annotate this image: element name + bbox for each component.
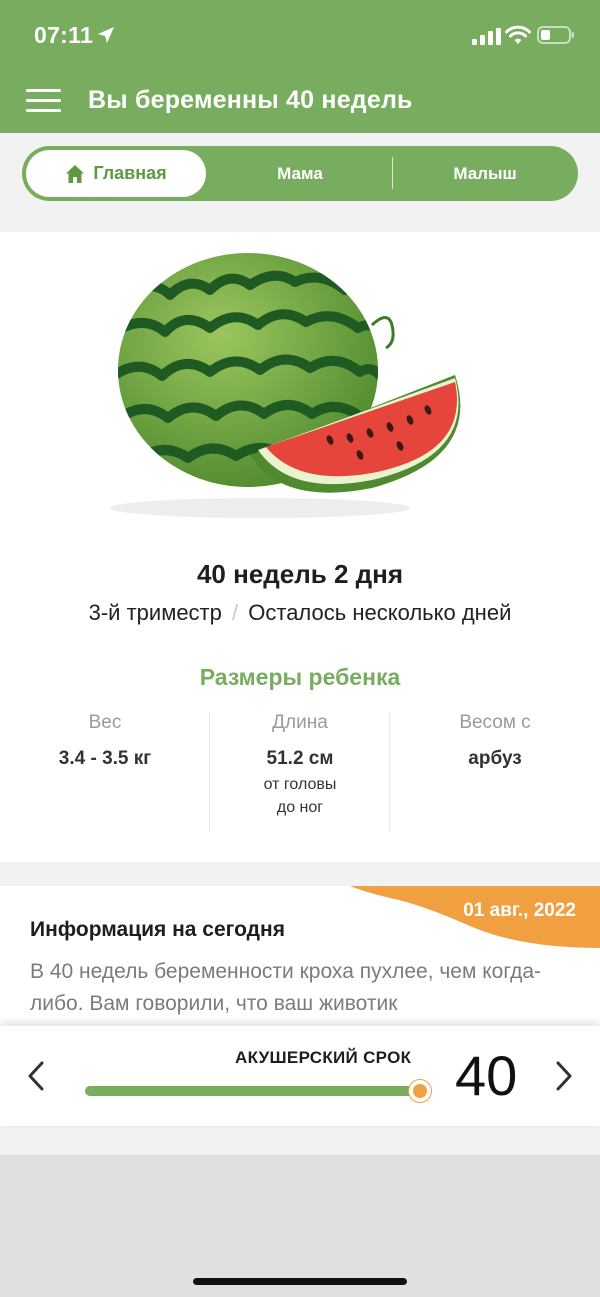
tab-bar-area: Главная Мама Малыш [0, 133, 600, 215]
watermelon-image [110, 253, 461, 518]
daily-info-card[interactable]: 01 авг., 2022 Информация на сегодня В 40… [0, 886, 600, 1046]
page-title: Вы беременны 40 недель [88, 86, 413, 114]
size-compare-label: Весом с [459, 712, 531, 733]
week-number: 40 [455, 1044, 518, 1107]
chevron-left-icon[interactable] [24, 1059, 48, 1093]
length-note-2: до ног [276, 799, 324, 816]
battery-icon [537, 26, 574, 44]
week-overview-card: 40 недель 2 дня 3-й триместр / Осталось … [0, 232, 600, 862]
segmented-tabs: Главная Мама Малыш [22, 146, 578, 201]
trimester-text: 3-й триместр [88, 600, 222, 625]
week-title: 40 недель 2 дня [196, 559, 404, 589]
hamburger-menu-icon[interactable] [26, 87, 62, 115]
tab-baby-label: Малыш [453, 163, 517, 183]
size-compare-value: арбуз [468, 748, 522, 769]
status-time: 07:11 [34, 22, 94, 48]
app-header: 07:11 Вы беременны 40 недель [0, 0, 600, 133]
tab-main[interactable]: Главная [26, 150, 206, 197]
cellular-signal-icon [472, 28, 501, 45]
size-compare-stat: Весом с арбуз [390, 712, 600, 770]
remaining-text: Осталось несколько дней [248, 600, 512, 625]
tab-mama-label: Мама [277, 163, 323, 183]
weight-value: 3.4 - 3.5 кг [58, 748, 152, 769]
separator: / [232, 600, 239, 625]
week-slider-thumb[interactable] [409, 1080, 431, 1102]
info-title: Информация на сегодня [30, 918, 285, 941]
tab-baby[interactable]: Малыш [394, 150, 576, 197]
info-date: 01 авг., 2022 [463, 900, 576, 921]
weight-label: Вес [88, 712, 122, 733]
baby-sizes-title: Размеры ребенка [199, 664, 401, 690]
length-value: 51.2 см [266, 748, 334, 769]
status-bar: 07:11 [0, 0, 600, 70]
length-stat: Длина 51.2 см от головы до ног [210, 712, 390, 819]
week-slider-fill [85, 1086, 420, 1096]
home-icon [66, 164, 85, 183]
length-label: Длина [272, 712, 328, 733]
tab-mama[interactable]: Мама [212, 150, 388, 197]
length-note-1: от головы [263, 776, 337, 793]
tab-divider [392, 157, 393, 189]
weight-stat: Вес 3.4 - 3.5 кг [0, 712, 210, 770]
week-slider-panel: АКУШЕРСКИЙ СРОК 40 [0, 1026, 600, 1126]
wifi-icon [505, 25, 531, 44]
info-text: В 40 недель беременности кроха пухлее, ч… [30, 960, 541, 1015]
home-indicator[interactable] [193, 1278, 407, 1285]
location-arrow-icon [98, 27, 114, 43]
slider-label: АКУШЕРСКИЙ СРОК [235, 1048, 412, 1067]
bottom-area [0, 1155, 600, 1297]
chevron-right-icon[interactable] [552, 1059, 576, 1093]
trimester-line: 3-й триместр / Осталось несколько дней [0, 600, 600, 626]
week-slider-track[interactable] [85, 1080, 431, 1102]
tab-main-label: Главная [93, 163, 167, 183]
